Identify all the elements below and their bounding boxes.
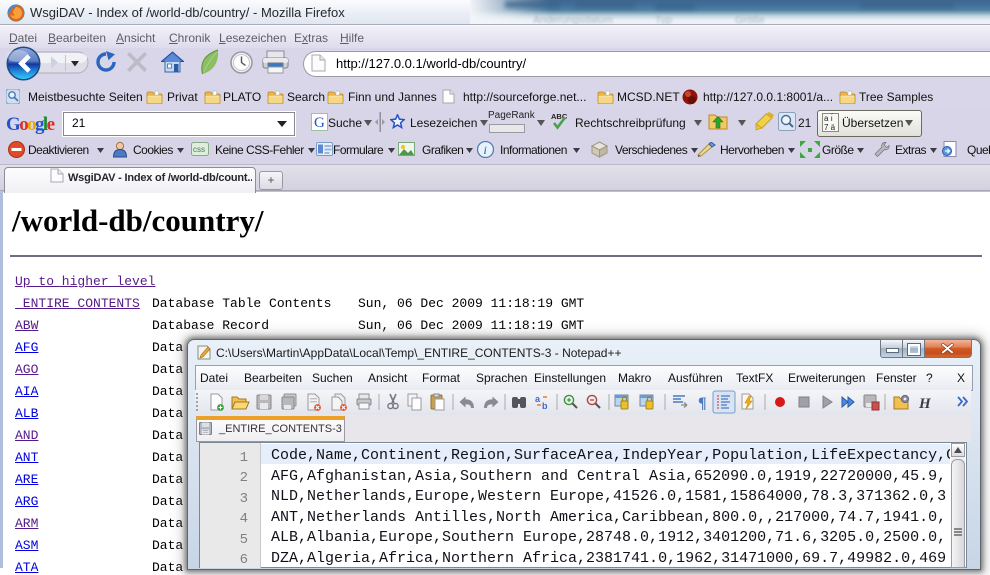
svg-text:i: i [484, 143, 487, 157]
svg-text:ABC: ABC [551, 112, 568, 121]
svg-text:G: G [314, 115, 325, 131]
svg-text:b: b [542, 401, 548, 411]
svg-text:css: css [193, 145, 205, 154]
svg-text:a: a [535, 394, 541, 404]
svg-text:H: H [918, 396, 932, 412]
svg-text:¶: ¶ [698, 395, 707, 412]
svg-text:7 ä: 7 ä [824, 123, 836, 132]
svg-text:a ı́: a ı́ [824, 114, 833, 123]
